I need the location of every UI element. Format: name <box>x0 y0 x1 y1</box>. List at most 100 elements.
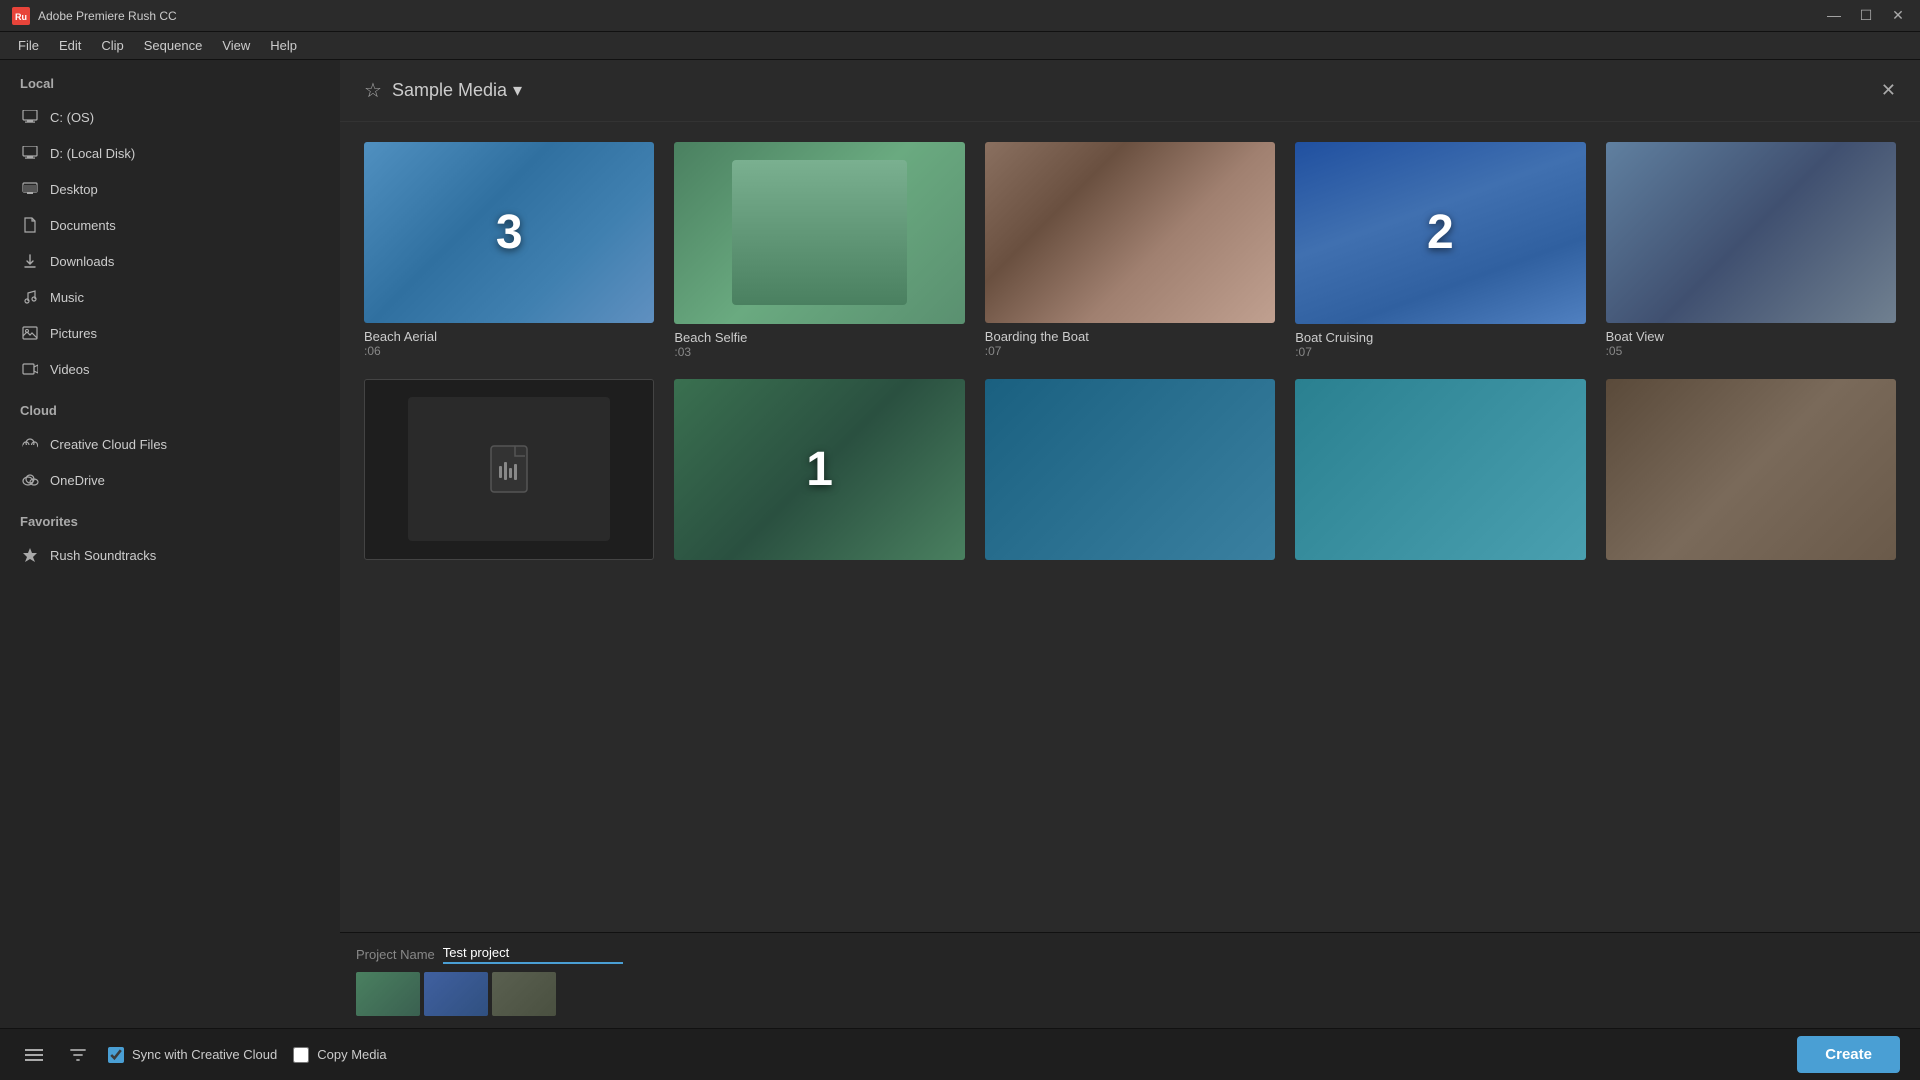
clip-number-2: 2 <box>1427 205 1454 260</box>
sidebar-item-creative-cloud-files[interactable]: Creative Cloud Files <box>0 426 340 462</box>
media-item-underwater[interactable] <box>985 379 1275 567</box>
media-thumb-boat-cruising: 2 <box>1295 142 1585 324</box>
documents-label: Documents <box>50 218 116 233</box>
sidebar-item-downloads[interactable]: Downloads <box>0 243 340 279</box>
chevron-down-icon: ▾ <box>513 80 522 101</box>
source-title: Sample Media <box>392 80 507 101</box>
pictures-label: Pictures <box>50 326 97 341</box>
minimize-button[interactable]: — <box>1824 7 1844 24</box>
content-header: ☆ Sample Media ▾ ✕ <box>340 60 1920 122</box>
media-item-cave-boat[interactable]: 1 <box>674 379 964 567</box>
content-area: ☆ Sample Media ▾ ✕ 3 Beach Aeria <box>340 60 1920 932</box>
thumb-overlay: 3 <box>364 142 654 323</box>
media-item-underwater2[interactable] <box>1295 379 1585 567</box>
desktop-icon <box>20 179 40 199</box>
window-controls: — ☐ ✕ <box>1824 7 1908 24</box>
media-thumb-selfie2 <box>1606 379 1896 560</box>
rush-soundtracks-label: Rush Soundtracks <box>50 548 156 563</box>
panel-close-button[interactable]: ✕ <box>1881 80 1896 101</box>
media-title: Beach Selfie <box>674 330 964 345</box>
menu-file[interactable]: File <box>8 32 49 59</box>
project-name-row: Project Name <box>356 945 1904 964</box>
media-duration: :07 <box>1295 345 1585 359</box>
star-icon <box>20 545 40 565</box>
maximize-button[interactable]: ☐ <box>1856 7 1876 24</box>
create-button[interactable]: Create <box>1797 1036 1900 1073</box>
onedrive-label: OneDrive <box>50 473 105 488</box>
hamburger-menu-button[interactable] <box>20 1041 48 1069</box>
d-local-label: D: (Local Disk) <box>50 146 135 161</box>
media-duration: :07 <box>985 344 1275 358</box>
media-item-beach-aerial[interactable]: 3 Beach Aerial :06 <box>364 142 654 359</box>
sync-checkbox[interactable] <box>108 1047 124 1063</box>
media-thumb-beach-aerial: 3 <box>364 142 654 323</box>
downloads-label: Downloads <box>50 254 114 269</box>
media-title: Boarding the Boat <box>985 329 1275 344</box>
music-icon <box>20 287 40 307</box>
pictures-icon <box>20 323 40 343</box>
media-thumb-boat-view <box>1606 142 1896 323</box>
project-name-input[interactable] <box>443 945 623 964</box>
media-thumb-audio <box>364 379 654 560</box>
audio-doc-icon <box>408 397 610 541</box>
media-item-audio[interactable] <box>364 379 654 567</box>
sidebar-item-documents[interactable]: Documents <box>0 207 340 243</box>
app-logo: Ru <box>12 7 30 25</box>
timeline-thumb-3[interactable] <box>492 972 556 1016</box>
bottom-section: Project Name <box>340 932 1920 1028</box>
music-label: Music <box>50 290 84 305</box>
copy-media-row: Copy Media <box>293 1047 386 1063</box>
project-name-label: Project Name <box>356 947 435 962</box>
menu-view[interactable]: View <box>212 32 260 59</box>
sidebar-item-pictures[interactable]: Pictures <box>0 315 340 351</box>
monitor-icon-2 <box>20 143 40 163</box>
favorites-section-header: Favorites <box>0 498 340 537</box>
filter-button[interactable] <box>64 1041 92 1069</box>
clip-number-3: 1 <box>806 442 833 497</box>
onedrive-icon <box>20 470 40 490</box>
menu-help[interactable]: Help <box>260 32 307 59</box>
sidebar-item-music[interactable]: Music <box>0 279 340 315</box>
sidebar-item-c-os[interactable]: C: (OS) <box>0 99 340 135</box>
sync-with-cc-row: Sync with Creative Cloud <box>108 1047 277 1063</box>
copy-media-checkbox[interactable] <box>293 1047 309 1063</box>
menu-sequence[interactable]: Sequence <box>134 32 213 59</box>
cloud-section-header: Cloud <box>0 387 340 426</box>
media-grid: 3 Beach Aerial :06 Beach Selfie <box>340 122 1920 932</box>
sidebar: Local C: (OS) D: (Local Disk) Desktop Do… <box>0 60 340 1028</box>
sidebar-item-rush-soundtracks[interactable]: Rush Soundtracks <box>0 537 340 573</box>
titlebar: Ru Adobe Premiere Rush CC — ☐ ✕ <box>0 0 1920 32</box>
videos-icon <box>20 359 40 379</box>
timeline-thumb-1[interactable] <box>356 972 420 1016</box>
media-duration: :06 <box>364 344 654 358</box>
clip-number: 3 <box>496 205 523 260</box>
media-item-boarding-the-boat[interactable]: Boarding the Boat :07 <box>985 142 1275 359</box>
menu-clip[interactable]: Clip <box>91 32 133 59</box>
menu-edit[interactable]: Edit <box>49 32 91 59</box>
c-os-label: C: (OS) <box>50 110 94 125</box>
document-icon <box>20 215 40 235</box>
media-thumb-beach-selfie <box>674 142 964 324</box>
media-item-beach-selfie[interactable]: Beach Selfie :03 <box>674 142 964 359</box>
favorite-star-button[interactable]: ☆ <box>364 78 382 103</box>
media-thumb-cave: 1 <box>674 379 964 561</box>
download-icon <box>20 251 40 271</box>
source-dropdown-button[interactable]: Sample Media ▾ <box>392 80 522 101</box>
media-item-selfie2[interactable] <box>1606 379 1896 567</box>
media-item-boat-cruising[interactable]: 2 Boat Cruising :07 <box>1295 142 1585 359</box>
sidebar-item-onedrive[interactable]: OneDrive <box>0 462 340 498</box>
svg-text:Ru: Ru <box>15 12 27 22</box>
videos-label: Videos <box>50 362 90 377</box>
timeline-thumb-2[interactable] <box>424 972 488 1016</box>
sidebar-item-videos[interactable]: Videos <box>0 351 340 387</box>
thumb-overlay-3: 1 <box>674 379 964 561</box>
sidebar-item-d-local[interactable]: D: (Local Disk) <box>0 135 340 171</box>
close-window-button[interactable]: ✕ <box>1888 7 1908 24</box>
media-thumb-underwater <box>985 379 1275 560</box>
media-item-boat-view[interactable]: Boat View :05 <box>1606 142 1896 359</box>
app-title: Adobe Premiere Rush CC <box>38 9 1824 23</box>
media-title: Boat Cruising <box>1295 330 1585 345</box>
sidebar-item-desktop[interactable]: Desktop <box>0 171 340 207</box>
menubar: File Edit Clip Sequence View Help <box>0 32 1920 60</box>
local-section-header: Local <box>0 60 340 99</box>
